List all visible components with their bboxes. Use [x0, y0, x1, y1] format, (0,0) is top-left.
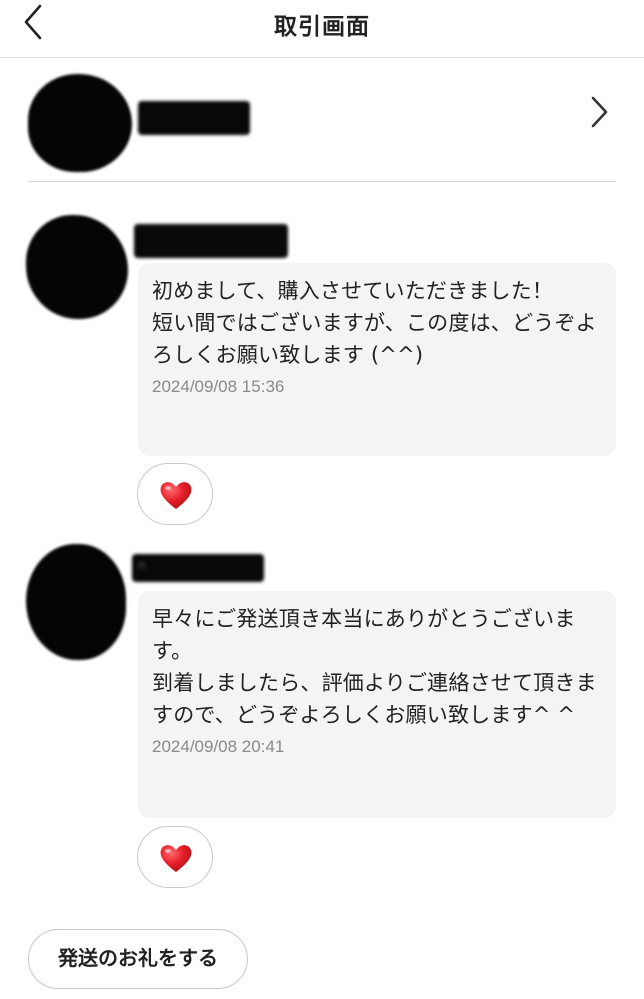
- heart-icon: [160, 482, 192, 509]
- message-bubble: 初めまして、購入させていただきました！ 短い間ではございますが、この度は、どうぞ…: [138, 263, 616, 456]
- message-sender-name-redacted: [134, 224, 288, 258]
- partner-profile-row[interactable]: [0, 58, 644, 182]
- message-bubble: 早々にご発送頂き本当にありがとうございます。 到着しましたら、評価よりご連絡させ…: [138, 591, 616, 818]
- partner-avatar: [28, 74, 132, 172]
- send-thanks-button[interactable]: 発送のお礼をする: [28, 929, 248, 989]
- message-sender-name-redacted: n: [132, 554, 264, 582]
- message-timestamp: 2024/09/08 20:41: [152, 737, 285, 756]
- chevron-right-icon: [591, 96, 608, 128]
- section-divider: [28, 181, 616, 182]
- page-title: 取引画面: [274, 14, 370, 40]
- heart-icon: [160, 845, 192, 872]
- message-avatar: [26, 544, 126, 660]
- like-button[interactable]: [137, 826, 213, 888]
- message-text: 早々にご発送頂き本当にありがとうございます。 到着しましたら、評価よりご連絡させ…: [152, 607, 597, 727]
- header-bar: 取引画面: [0, 0, 644, 58]
- message-timestamp: 2024/09/08 15:36: [152, 377, 285, 396]
- message-avatar: [26, 215, 128, 319]
- message-text: 初めまして、購入させていただきました！ 短い間ではございますが、この度は、どうぞ…: [152, 279, 597, 367]
- partner-name-redacted: [138, 101, 250, 135]
- like-button[interactable]: [137, 463, 213, 525]
